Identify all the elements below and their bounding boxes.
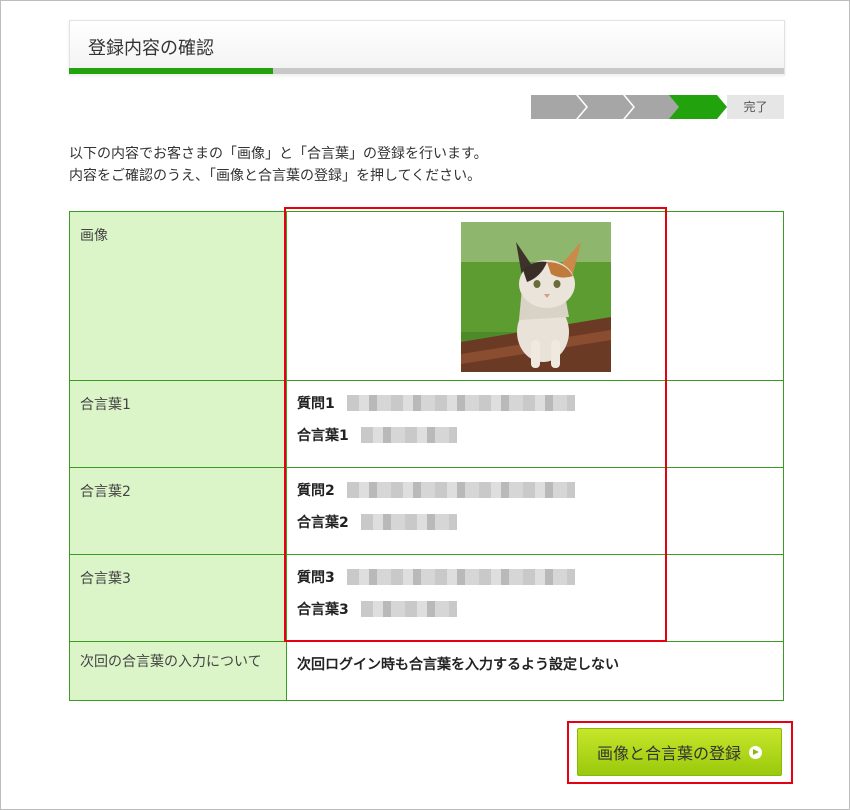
row-label: 合言葉2 [69, 467, 287, 555]
answer-label: 合言葉1 [297, 428, 349, 444]
next-login-cell: 次回ログイン時も合言葉を入力するよう設定しない [286, 641, 784, 701]
question-label: 質問2 [297, 483, 335, 499]
table-row-image: 画像 [69, 211, 784, 381]
step-done: 完了 [727, 95, 784, 119]
image-cell [286, 211, 784, 381]
question-row: 質問2 [297, 480, 773, 500]
qa-cell: 質問1 合言葉1 [286, 380, 784, 468]
redacted-answer [360, 514, 457, 530]
intro-text: 以下の内容でお客さまの「画像」と「合言葉」の登録を行います。 内容をご確認のうえ… [69, 143, 488, 187]
next-login-value: 次回ログイン時も合言葉を入力するよう設定しない [297, 657, 619, 673]
intro-line-2: 内容をご確認のうえ、「画像と合言葉の登録」を押してください。 [69, 168, 482, 184]
answer-row: 合言葉2 [297, 512, 773, 532]
step-indicator: 完了 [531, 95, 784, 119]
table-row-next-login: 次回の合言葉の入力について 次回ログイン時も合言葉を入力するよう設定しない [69, 641, 784, 701]
answer-label: 合言葉2 [297, 515, 349, 531]
image-label: 画像 [69, 211, 287, 381]
answer-label: 合言葉3 [297, 602, 349, 618]
confirm-table: 画像 合言葉1 質問1 合言葉1 合言葉2 質問2 合言葉2 合言葉3 質問3 … [69, 211, 784, 701]
register-button[interactable]: 画像と合言葉の登録 [577, 728, 782, 776]
redacted-question [346, 569, 575, 585]
question-label: 質問3 [297, 570, 335, 586]
intro-line-1: 以下の内容でお客さまの「画像」と「合言葉」の登録を行います。 [69, 146, 488, 162]
table-row: 合言葉1 質問1 合言葉1 [69, 380, 784, 468]
row-label: 合言葉1 [69, 380, 287, 468]
step-4-current [669, 95, 729, 119]
cat-photo [461, 222, 611, 372]
redacted-question [346, 395, 575, 411]
row-label: 合言葉3 [69, 554, 287, 642]
table-row: 合言葉2 質問2 合言葉2 [69, 467, 784, 555]
redacted-question [346, 482, 575, 498]
question-row: 質問3 [297, 567, 773, 587]
answer-row: 合言葉3 [297, 599, 773, 619]
question-row: 質問1 [297, 393, 773, 413]
register-button-label: 画像と合言葉の登録 [596, 744, 741, 763]
next-login-label: 次回の合言葉の入力について [69, 641, 287, 701]
progress-bar [69, 68, 784, 74]
answer-row: 合言葉1 [297, 425, 773, 445]
redacted-answer [360, 427, 457, 443]
page-header: 登録内容の確認 [69, 20, 785, 75]
qa-cell: 質問3 合言葉3 [286, 554, 784, 642]
qa-cell: 質問2 合言葉2 [286, 467, 784, 555]
question-label: 質問1 [297, 396, 335, 412]
table-row: 合言葉3 質問3 合言葉3 [69, 554, 784, 642]
page-title: 登録内容の確認 [88, 38, 214, 59]
redacted-answer [360, 601, 457, 617]
arrow-right-icon [749, 745, 762, 759]
progress-fill [69, 68, 274, 74]
